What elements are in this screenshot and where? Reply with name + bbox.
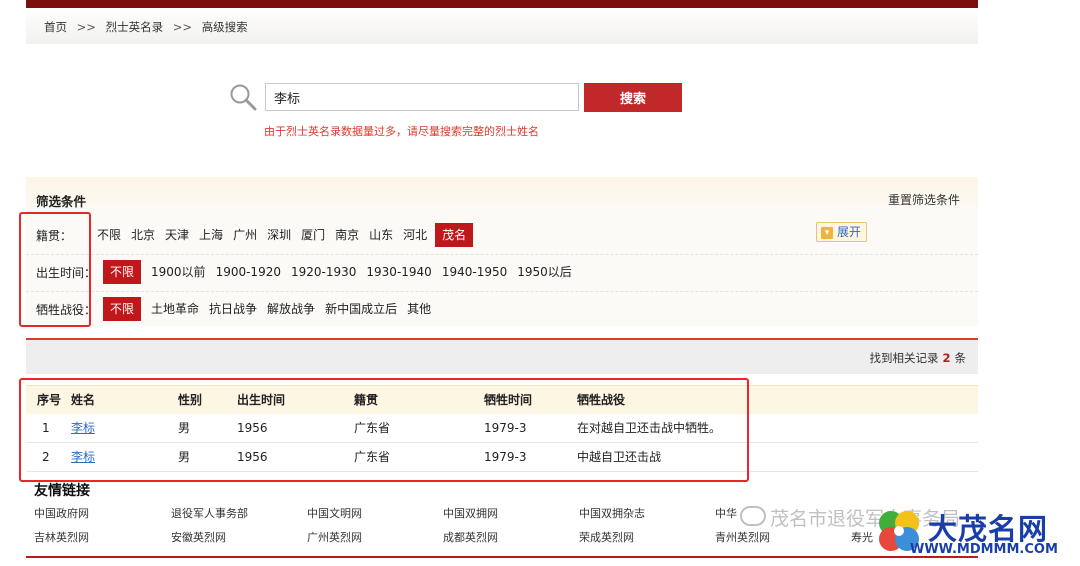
filter-option[interactable]: 解放战争 <box>262 297 320 321</box>
chevron-down-icon: ▾ <box>821 227 833 239</box>
breadcrumb-home[interactable]: 首页 <box>44 19 67 35</box>
search-icon <box>230 84 257 111</box>
filter-header <box>26 177 978 217</box>
breadcrumb-martyrs[interactable]: 烈士英名录 <box>106 19 164 35</box>
result-count-number: 2 <box>942 351 951 365</box>
filter-option[interactable]: 天津 <box>160 223 194 247</box>
reset-filters-link[interactable]: 重置筛选条件 <box>888 191 960 208</box>
filter-option[interactable]: 抗日战争 <box>204 297 262 321</box>
filter-option[interactable]: 1930-1940 <box>361 260 436 284</box>
filter-options: 不限 土地革命 抗日战争 解放战争 新中国成立后 其他 <box>103 297 436 321</box>
filter-options: 不限 北京 天津 上海 广州 深圳 厦门 南京 山东 河北 茂名 <box>92 223 474 247</box>
filter-option-selected[interactable]: 茂名 <box>435 223 474 247</box>
filter-row-birth: 出生时间： 不限 1900以前 1900-1920 1920-1930 1930… <box>26 254 978 292</box>
friend-link[interactable]: 安徽英烈网 <box>171 529 226 545</box>
filter-option[interactable]: 广州 <box>228 223 262 247</box>
friend-link[interactable]: 广州英烈网 <box>307 529 362 545</box>
friend-link[interactable]: 荣成英烈网 <box>579 529 634 545</box>
breadcrumb-separator: >> <box>172 20 193 34</box>
friend-links-title: 友情链接 <box>34 483 90 499</box>
filter-option[interactable]: 深圳 <box>262 223 296 247</box>
filter-option[interactable]: 河北 <box>398 223 432 247</box>
filter-option-selected[interactable]: 不限 <box>103 260 142 284</box>
friend-link[interactable]: 寿光 <box>851 529 873 545</box>
breadcrumb: 首页 >> 烈士英名录 >> 高级搜索 <box>44 19 248 35</box>
search-hint: 由于烈士英名录数据量过多，请尽量搜索完整的烈士姓名 <box>264 125 539 138</box>
filter-options: 不限 1900以前 1900-1920 1920-1930 1930-1940 … <box>103 260 577 284</box>
filter-option[interactable]: 1950以后 <box>512 260 577 284</box>
friend-link[interactable]: 中华 <box>715 505 737 521</box>
filter-option[interactable]: 不限 <box>92 223 126 247</box>
filter-option[interactable]: 1940-1950 <box>437 260 512 284</box>
top-banner-bar <box>26 0 978 8</box>
filter-option[interactable]: 山东 <box>364 223 398 247</box>
friend-link[interactable]: 吉林英烈网 <box>34 529 89 545</box>
filter-option[interactable]: 南京 <box>330 223 364 247</box>
filter-row-origin: 籍贯： 不限 北京 天津 上海 广州 深圳 厦门 南京 山东 河北 茂名 ▾ 展开 <box>26 217 978 255</box>
site-logo-watermark: 大茂名网 WWW.MDMMM.COM <box>872 504 1072 562</box>
filter-option-selected[interactable]: 不限 <box>103 297 142 321</box>
filter-option[interactable]: 新中国成立后 <box>320 297 402 321</box>
wechat-icon <box>740 506 766 526</box>
filter-option[interactable]: 厦门 <box>296 223 330 247</box>
annotation-box-filters <box>19 212 91 327</box>
filter-option[interactable]: 上海 <box>194 223 228 247</box>
annotation-box-results <box>19 378 749 482</box>
expand-label: 展开 <box>837 225 862 239</box>
result-summary-bar: 找到相关记录 2 条 <box>26 338 978 374</box>
result-count-prefix: 找到相关记录 <box>869 351 939 365</box>
filter-option[interactable]: 土地革命 <box>146 297 204 321</box>
filter-option[interactable]: 1900以前 <box>146 260 211 284</box>
friend-link[interactable]: 退役军人事务部 <box>171 505 248 521</box>
friend-link[interactable]: 成都英烈网 <box>443 529 498 545</box>
friend-link[interactable]: 中国双拥网 <box>443 505 498 521</box>
friend-link[interactable]: 中国双拥杂志 <box>579 505 645 521</box>
filter-option[interactable]: 北京 <box>126 223 160 247</box>
filter-option[interactable]: 1920-1930 <box>286 260 361 284</box>
filter-row-battle: 牺牲战役： 不限 土地革命 抗日战争 解放战争 新中国成立后 其他 <box>26 291 978 328</box>
search-input[interactable] <box>265 83 579 111</box>
breadcrumb-advanced-search: 高级搜索 <box>201 20 248 34</box>
logo-url: WWW.MDMMM.COM <box>910 542 1058 557</box>
breadcrumb-separator: >> <box>76 20 96 34</box>
expand-button[interactable]: ▾ 展开 <box>816 222 868 242</box>
friend-link[interactable]: 青州英烈网 <box>715 529 770 545</box>
footer-divider <box>26 556 978 558</box>
result-count-suffix: 条 <box>954 351 967 365</box>
filter-option[interactable]: 1900-1920 <box>211 260 286 284</box>
friend-link[interactable]: 中国政府网 <box>34 505 89 521</box>
filter-title: 筛选条件 <box>36 194 87 209</box>
filter-option[interactable]: 其他 <box>402 297 436 321</box>
friend-link[interactable]: 中国文明网 <box>307 505 362 521</box>
search-button[interactable]: 搜索 <box>584 83 682 112</box>
result-count: 找到相关记录 2 条 <box>869 350 966 366</box>
